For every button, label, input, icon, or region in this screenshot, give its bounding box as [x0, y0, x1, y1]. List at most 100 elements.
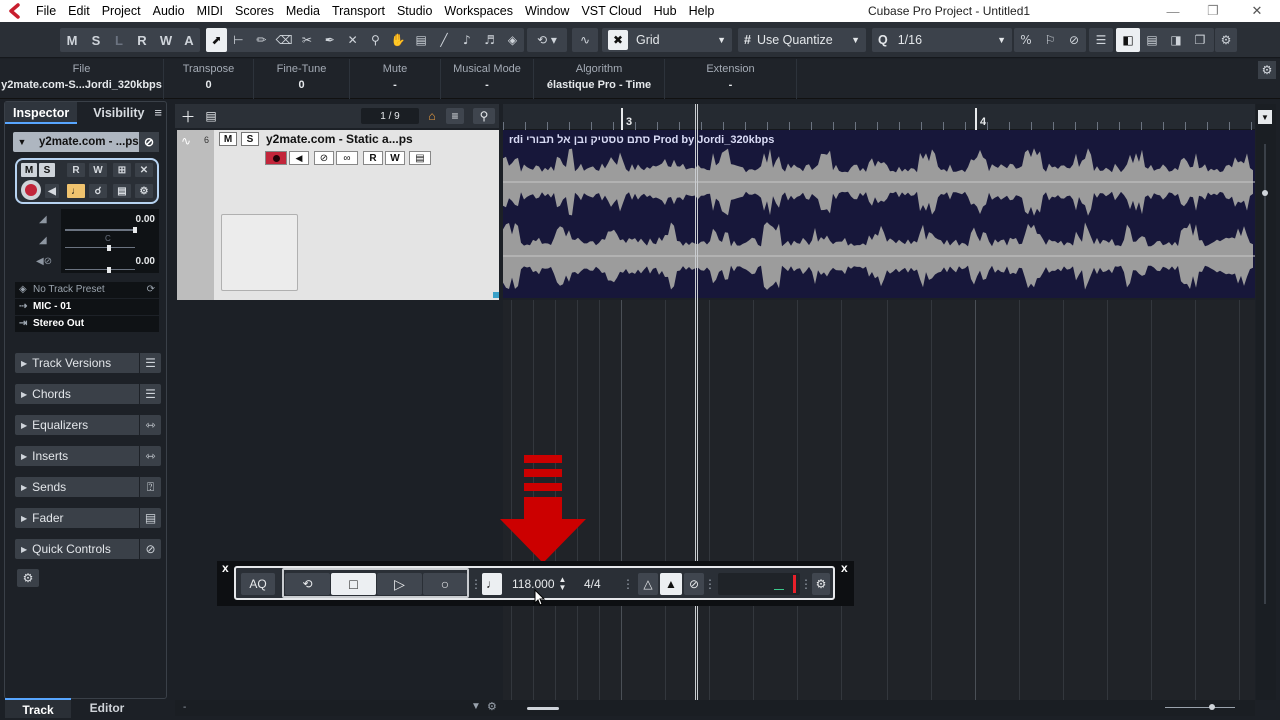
drag-handle-icon[interactable]: ⋮ [470, 573, 482, 595]
split-scissors-icon[interactable]: ✂ [295, 28, 318, 52]
metronome-icon[interactable]: △ [638, 573, 658, 595]
info-musical-mode[interactable]: Musical Mode - [441, 59, 534, 99]
track-solo-button[interactable]: S [241, 132, 259, 146]
volume-slider[interactable] [65, 227, 137, 233]
scroll-menu-icon[interactable]: ▼ [1258, 110, 1272, 124]
input-routing-field[interactable]: ⇢ MIC - 01 [15, 299, 159, 315]
info-algorithm[interactable]: Algorithm élastique Pro - Time [534, 59, 665, 99]
menu-project[interactable]: Project [96, 0, 147, 22]
inspector-track-name[interactable]: ▼ y2mate.com - ...ps ⊘ [13, 132, 159, 152]
solo-button[interactable]: S [39, 163, 55, 177]
lock-icon[interactable]: ☌ [89, 184, 107, 198]
section-track-versions[interactable]: ▶ Track Versions ☰ [15, 353, 161, 373]
autoscroll-group[interactable]: ⟲ ▾ [527, 28, 567, 52]
record-icon[interactable]: ○ [423, 573, 467, 595]
event-display-area[interactable] [503, 300, 1255, 710]
section-fader[interactable]: ▶ Fader ▤ [15, 508, 161, 528]
right-zone-icon[interactable]: ◨ [1164, 28, 1188, 52]
volume-value[interactable]: 0.00 [136, 214, 155, 225]
range-selection-icon[interactable]: ⊢ [227, 28, 250, 52]
reset-quantize-icon[interactable]: ⊘ [1062, 28, 1086, 52]
left-zone-icon[interactable]: ◧ [1116, 28, 1140, 52]
track-mute-button[interactable]: M [219, 132, 237, 146]
menu-icon[interactable]: ≡ [154, 102, 162, 124]
track-lanes-icon[interactable]: ∞ [336, 151, 358, 165]
glue-icon[interactable]: ✒ [318, 28, 341, 52]
write-button[interactable]: W [89, 163, 107, 177]
speaker-tool-icon[interactable]: ♬ [478, 28, 501, 52]
track-preset-field[interactable]: ◈ No Track Preset ⟳ [15, 282, 159, 298]
info-mute[interactable]: Mute - [350, 59, 441, 99]
find-track-icon[interactable]: ⚲ [473, 108, 495, 124]
section-equalizers[interactable]: ▶ Equalizers ⇿ [15, 415, 161, 435]
menu-vst-cloud[interactable]: VST Cloud [575, 0, 647, 22]
mute-button[interactable]: M [21, 163, 37, 177]
play-icon[interactable]: ▷ [377, 573, 422, 595]
menu-transport[interactable]: Transport [326, 0, 391, 22]
delay-slider[interactable] [65, 267, 135, 273]
read-state-button[interactable]: R [130, 28, 154, 52]
window-layout-icon[interactable]: ❐ [1188, 28, 1212, 52]
hand-icon[interactable]: ✋ [387, 28, 410, 52]
tab-visibility[interactable]: Visibility [85, 102, 152, 124]
info-transpose[interactable]: Transpose 0 [164, 59, 254, 99]
refresh-icon[interactable]: ⟳ [147, 282, 155, 298]
read-button[interactable]: R [67, 163, 85, 177]
grid-type-select[interactable]: # Use Quantize ▼ [738, 28, 866, 52]
home-icon[interactable]: ⌂ [424, 108, 440, 124]
tab-editor[interactable]: Editor [71, 698, 143, 718]
object-selection-icon[interactable]: ⬈ [206, 28, 227, 52]
zoom-icon[interactable]: ⚲ [364, 28, 387, 52]
gear-icon[interactable]: ⚙ [1215, 28, 1237, 52]
track-edit-channel-icon[interactable]: ⊘ [314, 151, 334, 165]
pan-slider[interactable] [65, 245, 135, 251]
track-picture-placeholder[interactable] [221, 214, 298, 291]
quantize-select[interactable]: Q 1/16 ▼ [872, 28, 1012, 52]
tab-track[interactable]: Track [5, 698, 71, 718]
menu-scores[interactable]: Scores [229, 0, 280, 22]
pan-value[interactable]: 0.00 [136, 256, 155, 267]
record-enable-button[interactable] [21, 180, 41, 200]
inserts-bypass-icon[interactable]: ⇿ [139, 446, 161, 466]
sends-icon[interactable]: ⍰ [139, 477, 161, 497]
mute-tool-icon[interactable]: ✕ [341, 28, 364, 52]
scroll-down-icon[interactable]: ▼ [471, 701, 481, 712]
quick-controls-icon[interactable]: ⊘ [139, 539, 161, 559]
comp-icon[interactable]: ▤ [410, 28, 433, 52]
close-transport-right-icon[interactable]: x [841, 561, 848, 575]
section-inserts[interactable]: ▶ Inserts ⇿ [15, 446, 161, 466]
draw-pencil-icon[interactable]: ✏ [250, 28, 273, 52]
stop-icon[interactable]: □ [331, 573, 376, 595]
listen-state-button[interactable]: L [108, 28, 130, 52]
horizontal-scroll-thumb[interactable] [527, 707, 559, 710]
info-extension[interactable]: Extension - [665, 59, 797, 99]
solo-state-button[interactable]: S [84, 28, 108, 52]
track-count-field[interactable]: 1 / 9 [361, 108, 419, 124]
automation-state-button[interactable]: A [178, 28, 200, 52]
tab-inspector[interactable]: Inspector [5, 102, 78, 124]
track-title[interactable]: y2mate.com - Static a...ps [266, 132, 413, 146]
track-record-button[interactable] [265, 151, 287, 165]
list-menu-icon[interactable]: ≡ [446, 108, 464, 124]
play-tool-icon[interactable]: ♪ [455, 28, 478, 52]
quantize-apply-icon[interactable]: ⚐ [1038, 28, 1062, 52]
ruler[interactable]: 3 4 [503, 104, 1255, 130]
menu-audio[interactable]: Audio [147, 0, 191, 22]
aq-button[interactable]: AQ [241, 573, 275, 595]
output-routing-field[interactable]: ⇥ Stereo Out [15, 316, 159, 332]
drag-handle-icon[interactable]: ⋮ [622, 573, 634, 595]
menu-window[interactable]: Window [519, 0, 575, 22]
menu-studio[interactable]: Studio [391, 0, 438, 22]
add-track-preset-icon[interactable]: ▤ [201, 108, 221, 124]
tempo-spinner-icon[interactable]: ▲ ▼ [559, 576, 567, 592]
precount-icon[interactable]: ⊘ [684, 573, 704, 595]
horizontal-zoom-thumb[interactable] [1209, 704, 1215, 710]
section-chords[interactable]: ▶ Chords ☰ [15, 384, 161, 404]
edit-channel-icon[interactable]: ⊘ [139, 132, 159, 152]
menu-midi[interactable]: MIDI [191, 0, 229, 22]
cycle-icon[interactable]: ⟲ [285, 573, 330, 595]
menu-hub[interactable]: Hub [648, 0, 683, 22]
write-state-button[interactable]: W [154, 28, 178, 52]
audio-track[interactable]: ∿ 6 M S y2mate.com - Static a...ps ◀ ⊘ ∞… [177, 130, 499, 300]
menu-media[interactable]: Media [280, 0, 326, 22]
